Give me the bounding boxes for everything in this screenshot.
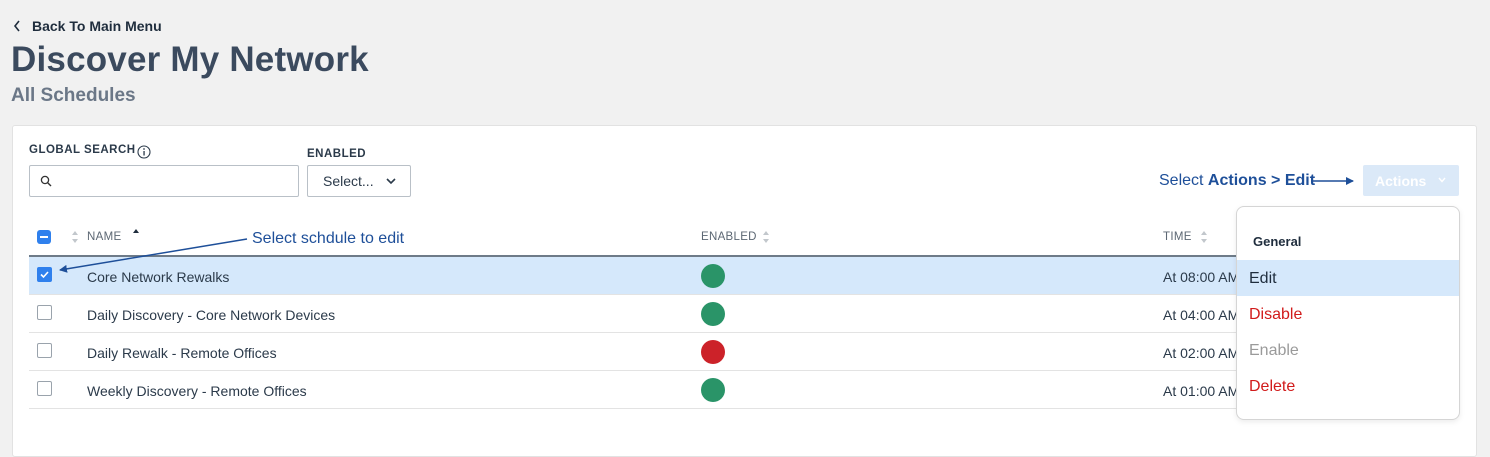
back-to-main-menu-link[interactable]: Back To Main Menu (12, 18, 162, 34)
table-header: NAME ENABLED TIME (29, 221, 1239, 257)
enabled-filter-value: Select... (323, 173, 374, 189)
global-search-field[interactable] (29, 165, 299, 197)
enabled-filter-select[interactable]: Select... (307, 165, 411, 197)
menu-group-label: General (1253, 234, 1302, 249)
page-subtitle: All Schedules (11, 85, 136, 106)
menu-item-label: Edit (1249, 270, 1277, 287)
global-search-input[interactable] (60, 170, 294, 194)
table-row[interactable]: Core Network Rewalks At 08:00 AM (29, 257, 1239, 295)
table-row[interactable]: Daily Rewalk - Remote Offices At 02:00 A… (29, 333, 1239, 371)
menu-item-delete[interactable]: Delete (1237, 368, 1459, 404)
row-checkbox[interactable] (37, 343, 52, 358)
row-name: Daily Rewalk - Remote Offices (87, 345, 277, 361)
sort-icon[interactable] (762, 230, 770, 244)
actions-annotation-bold: Actions > Edit (1207, 172, 1316, 189)
edit-annotation: Select schdule to edit (252, 230, 405, 247)
chevron-left-icon (13, 20, 20, 32)
column-header-name[interactable]: NAME (87, 231, 121, 243)
status-dot-icon (701, 264, 725, 288)
checkmark-icon (40, 271, 49, 279)
sort-ascending-icon[interactable] (132, 228, 140, 242)
column-header-enabled[interactable]: ENABLED (701, 231, 757, 243)
row-time: At 08:00 AM (1163, 269, 1240, 285)
info-icon[interactable] (137, 145, 151, 159)
back-link-label: Back To Main Menu (32, 18, 162, 34)
status-dot-icon (701, 378, 725, 402)
sort-icon[interactable] (1200, 230, 1208, 244)
chevron-down-icon (386, 178, 396, 185)
table-row[interactable]: Weekly Discovery - Remote Offices At 01:… (29, 371, 1239, 409)
status-dot-icon (701, 340, 725, 364)
search-icon (40, 175, 52, 187)
menu-item-enable: Enable (1237, 332, 1459, 368)
enabled-filter-label: ENABLED (307, 148, 367, 160)
schedules-panel: GLOBAL SEARCH ENABLED Select... Select A… (12, 125, 1477, 457)
row-name: Daily Discovery - Core Network Devices (87, 307, 336, 323)
menu-item-label: Disable (1249, 306, 1303, 323)
actions-annotation-prefix: Select (1159, 172, 1208, 189)
menu-item-disable[interactable]: Disable (1237, 296, 1459, 332)
status-dot-icon (701, 302, 725, 326)
row-checkbox[interactable] (37, 267, 52, 282)
page-title: Discover My Network (11, 40, 369, 79)
row-name: Weekly Discovery - Remote Offices (87, 383, 307, 399)
actions-button[interactable]: Actions (1363, 165, 1459, 196)
menu-item-label: Enable (1249, 342, 1299, 359)
row-checkbox[interactable] (37, 305, 52, 320)
actions-annotation: Select Actions > Edit (1159, 172, 1315, 190)
row-checkbox[interactable] (37, 381, 52, 396)
table-row[interactable]: Daily Discovery - Core Network Devices A… (29, 295, 1239, 333)
menu-item-label: Delete (1249, 378, 1296, 395)
row-time: At 04:00 AM (1163, 307, 1240, 323)
menu-item-edit[interactable]: Edit (1237, 260, 1459, 296)
sort-icon[interactable] (71, 230, 79, 244)
row-name: Core Network Rewalks (87, 269, 230, 285)
global-search-label: GLOBAL SEARCH (29, 144, 136, 156)
row-time: At 02:00 AM (1163, 345, 1240, 361)
select-all-checkbox[interactable] (37, 230, 51, 244)
column-header-time[interactable]: TIME (1163, 231, 1192, 243)
actions-dropdown-menu: General Edit Disable Enable Delete (1236, 206, 1460, 420)
row-time: At 01:00 AM (1163, 383, 1240, 399)
actions-button-label: Actions (1375, 173, 1427, 189)
chevron-down-icon (1438, 177, 1446, 183)
